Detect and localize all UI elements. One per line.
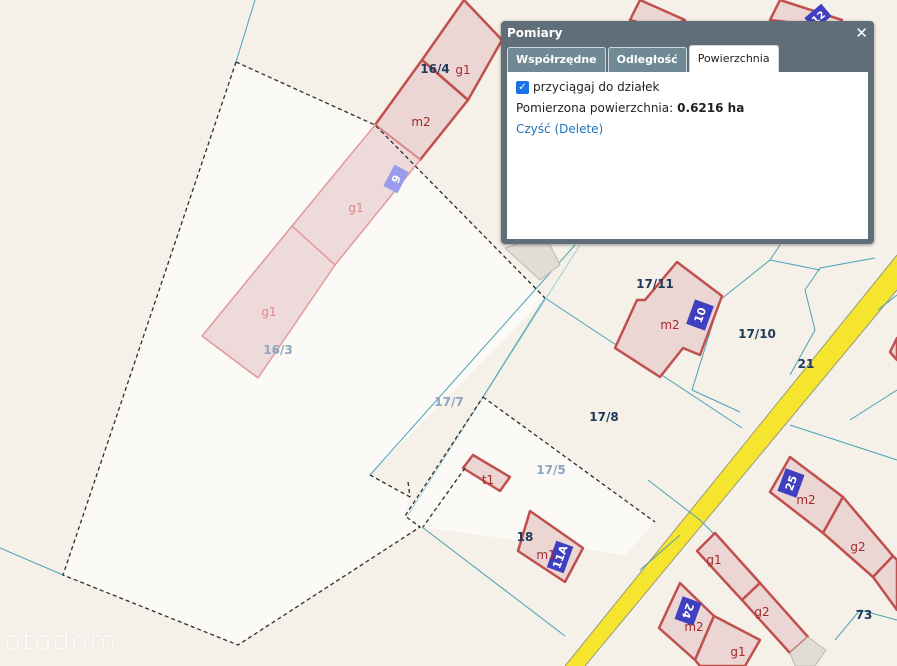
parcel-label-17-5: 17/5 [536, 463, 565, 477]
label-m2-24: m2 [684, 620, 703, 634]
snap-checkbox[interactable]: ✓ [516, 80, 529, 94]
tab-powierzchnia[interactable]: Powierzchnia [688, 45, 779, 72]
label-g1-pink2: g1 [261, 305, 276, 319]
parcel-label-73: 73 [856, 608, 873, 622]
parcel-label-21: 21 [798, 357, 815, 371]
measurement-panel: Pomiary ✕ Współrzędne Odległość Powierzc… [501, 21, 874, 244]
clear-link[interactable]: Czyść (Delete) [516, 122, 603, 136]
otodom-watermark: otodom [4, 624, 118, 657]
snap-checkbox-label[interactable]: przyciągaj do działek [533, 80, 659, 94]
label-g2-right: g2 [850, 540, 865, 554]
parcel-label-17-11: 17/11 [636, 277, 674, 291]
label-g1-bottom2: g1 [730, 645, 745, 659]
panel-body: ✓ przyciągaj do działek Pomierzona powie… [507, 72, 868, 239]
tab-odleglosc[interactable]: Odległość [607, 47, 687, 72]
label-m2-top: m2 [411, 115, 430, 129]
close-icon[interactable]: ✕ [855, 25, 868, 41]
label-g1-bottom1: g1 [706, 553, 721, 567]
parcel-label-17-10: 17/10 [738, 327, 776, 341]
parcel-label-17-7: 17/7 [434, 395, 463, 409]
label-m2-10: m2 [660, 318, 679, 332]
parcel-label-17-8: 17/8 [589, 410, 618, 424]
result-value: 0.6216 ha [677, 101, 745, 115]
result-row: Pomierzona powierzchnia: 0.6216 ha [516, 101, 859, 115]
label-m2-25: m2 [796, 493, 815, 507]
label-m1: m1 [536, 548, 555, 562]
label-t1: t1 [482, 473, 494, 487]
label-g1-top: g1 [455, 63, 470, 77]
label-g2-bottom: g2 [754, 605, 769, 619]
label-g1-pink1: g1 [348, 201, 363, 215]
panel-tabs: Współrzędne Odległość Powierzchnia [501, 45, 874, 72]
clear-row: Czyść (Delete) [516, 122, 859, 136]
snap-row: ✓ przyciągaj do działek [516, 80, 859, 94]
panel-header[interactable]: Pomiary ✕ [501, 21, 874, 45]
parcel-label-18: 18 [517, 530, 534, 544]
parcel-label-16-3: 16/3 [263, 343, 292, 357]
result-label: Pomierzona powierzchnia: [516, 101, 674, 115]
panel-title: Pomiary [507, 26, 563, 40]
parcel-label-16-4: 16/4 [420, 62, 449, 76]
tab-wspolrzedne[interactable]: Współrzędne [507, 47, 606, 72]
